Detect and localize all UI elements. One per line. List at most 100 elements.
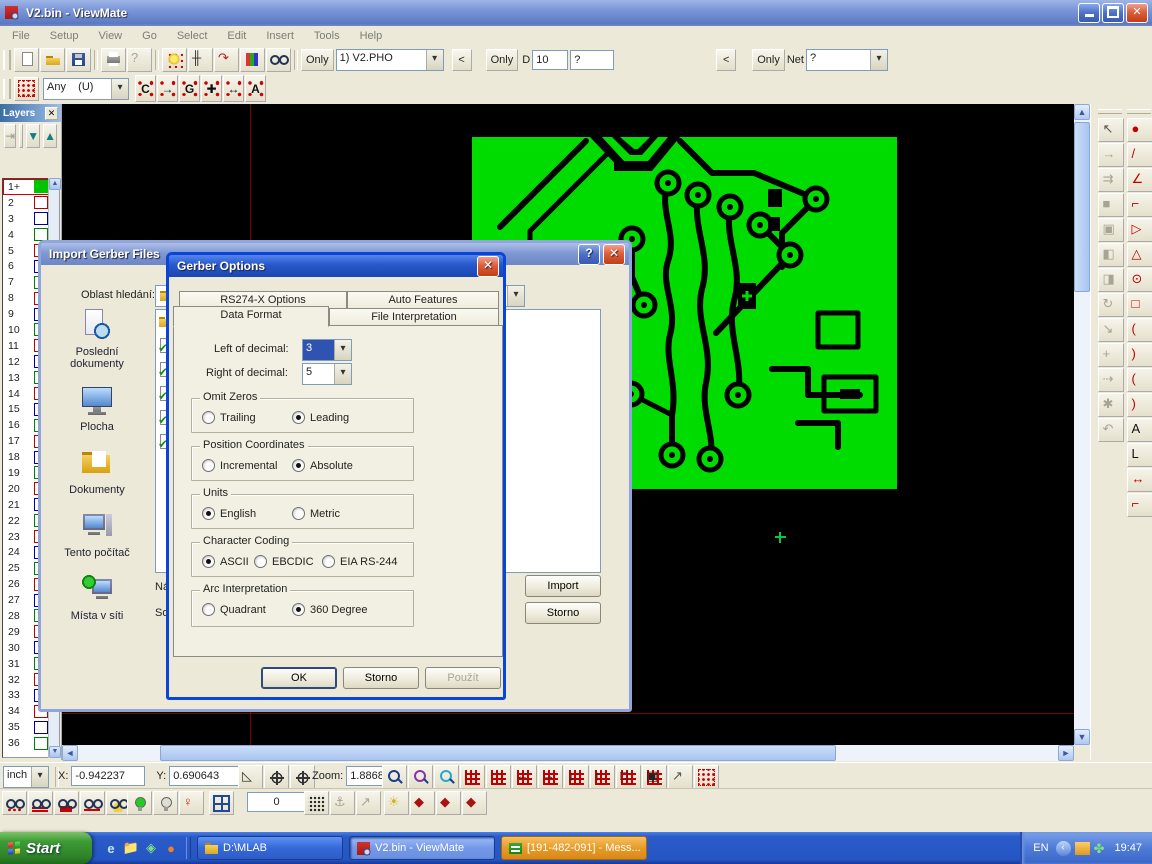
task-mlab-folder[interactable]: D:\MLAB (197, 836, 343, 860)
resize-tool-icon[interactable]: ↘ (1098, 318, 1124, 342)
radio-eia-rs244[interactable]: EIA RS-244 (322, 555, 397, 568)
mirror-x-tool-icon[interactable]: ◧ (1098, 243, 1124, 267)
chevron-down-icon[interactable] (334, 340, 351, 360)
layer-combo[interactable]: 1) V2.PHO (336, 49, 444, 71)
layers-view-outline-icon[interactable] (80, 791, 105, 815)
select-anything-icon[interactable] (14, 77, 39, 101)
draw-arc-ccw-tool-icon[interactable]: ) (1127, 343, 1152, 367)
help-book-icon[interactable]: ◈ (142, 839, 160, 857)
select-area-icon[interactable]: ↗ (668, 765, 693, 789)
outline-rect-tool-icon[interactable]: ▣ (1098, 218, 1124, 242)
step-swap-icon[interactable]: ▣ (642, 765, 667, 789)
tray-app-icon[interactable]: ✤ (1094, 842, 1105, 855)
move-layer-up-icon[interactable]: ▲ (43, 124, 57, 148)
settings-tool-icon[interactable]: ✱ (1098, 393, 1124, 417)
radio-ascii[interactable]: ASCII (202, 555, 249, 568)
start-button[interactable]: Start (0, 832, 92, 864)
place-desktop[interactable]: Plocha (51, 384, 143, 433)
layer-color-swatch[interactable] (34, 180, 48, 193)
radio-trailing[interactable]: Trailing (202, 411, 256, 424)
highlight-on-icon[interactable] (127, 791, 152, 815)
pad-mode-icon[interactable]: ◆ (410, 791, 435, 815)
select-net-icon[interactable]: ↔ (223, 75, 244, 102)
mirror-y-tool-icon[interactable]: ◨ (1098, 268, 1124, 292)
vector-snap-icon[interactable]: ↗ (356, 791, 381, 815)
move-layer-down-icon[interactable]: ▼ (26, 124, 40, 148)
draw-circle-tool-icon[interactable]: ⊙ (1127, 268, 1152, 292)
net-combo[interactable]: ? (806, 49, 888, 71)
place-network[interactable]: Místa v síti (51, 573, 143, 622)
chevron-down-icon[interactable] (31, 767, 48, 787)
left-decimal-combo[interactable]: 3 (302, 339, 352, 361)
snap-grid-icon[interactable] (304, 791, 329, 815)
pan-right-icon[interactable]: → (538, 765, 563, 789)
radio-metric[interactable]: Metric (292, 507, 340, 520)
draw-arc-cw-tool-icon[interactable]: ( (1127, 318, 1152, 342)
draw-pad-tool-icon[interactable]: ● (1127, 118, 1152, 142)
chevron-down-icon[interactable] (507, 286, 524, 306)
save-file-icon[interactable] (66, 48, 91, 72)
filled-rect-tool-icon[interactable]: ■ (1098, 193, 1124, 217)
close-button[interactable] (477, 256, 499, 277)
draw-triangle-tool-icon[interactable]: △ (1127, 243, 1152, 267)
only-layer-button[interactable]: Only (301, 49, 334, 71)
x-coordinate-field[interactable]: -0.942237 (71, 766, 145, 786)
y-coordinate-field[interactable]: 0.690643 (169, 766, 239, 786)
draw-line-tool-icon[interactable]: / (1127, 143, 1152, 167)
draw-curve-tool-icon[interactable]: ) (1127, 393, 1152, 417)
menu-edit[interactable]: Edit (225, 29, 248, 43)
layer-color-swatch[interactable] (34, 721, 48, 734)
gerber-dialog-title-bar[interactable]: Gerber Options (169, 255, 503, 277)
chevron-down-icon[interactable] (426, 50, 443, 70)
layers-view-solid-icon[interactable] (54, 791, 79, 815)
pan-down-icon[interactable]: ↓ (564, 765, 589, 789)
dcode-field[interactable]: 10 (532, 50, 568, 70)
zoom-window-icon[interactable] (408, 765, 433, 789)
layer-color-swatch[interactable] (34, 196, 48, 209)
chevron-down-icon[interactable] (334, 364, 351, 384)
ok-button[interactable]: OK (261, 667, 337, 689)
layer-color-swatch[interactable] (34, 737, 48, 750)
open-file-icon[interactable] (40, 48, 65, 72)
place-recent-documents[interactable]: Poslední dokumenty (51, 309, 143, 370)
radio-english[interactable]: English (202, 507, 256, 520)
context-help-icon[interactable]: ? (127, 48, 152, 72)
undo-shape-tool-icon[interactable]: ↶ (1098, 418, 1124, 442)
menu-view[interactable]: View (96, 29, 124, 43)
draw-outline-tool-icon[interactable]: ⌐ (1127, 493, 1152, 517)
horizontal-scrollbar[interactable]: ◄ ► (62, 745, 1074, 761)
prev-dcode-button[interactable]: < (716, 49, 736, 71)
dcode-query-field[interactable]: ? (570, 50, 614, 70)
move-tool-icon[interactable]: + (1098, 343, 1124, 367)
toolbar-grip[interactable] (3, 79, 11, 99)
menu-select[interactable]: Select (175, 29, 210, 43)
hide-icons-chevron[interactable]: ‹ (1056, 841, 1071, 856)
place-my-computer[interactable]: Tento počítač (51, 510, 143, 559)
minimize-button[interactable] (1078, 3, 1100, 23)
task-messenger[interactable]: [191-482-091] - Mess... (501, 836, 647, 860)
nudge-tool-icon[interactable]: ⇢ (1098, 368, 1124, 392)
select-gerber-icon[interactable]: G (179, 75, 200, 102)
close-button[interactable] (603, 244, 625, 265)
only-net-button[interactable]: Only (752, 49, 785, 71)
import-storno-button[interactable]: Storno (525, 602, 601, 624)
chevron-down-icon[interactable] (870, 50, 887, 70)
select-track-icon[interactable]: → (157, 75, 178, 102)
pan-up-icon[interactable]: ↑ (590, 765, 615, 789)
place-documents[interactable]: Dokumenty (51, 447, 143, 496)
storno-button[interactable]: Storno (343, 667, 419, 689)
select-points-icon[interactable] (694, 765, 719, 789)
pan-left-icon[interactable]: ← (512, 765, 537, 789)
angle-icon[interactable]: ◺ (238, 765, 263, 789)
layers-view-dots-icon[interactable] (2, 791, 27, 815)
send-to-layer-icon[interactable]: ⇥ (4, 124, 16, 148)
layers-view-lines-icon[interactable] (28, 791, 53, 815)
radio-ebcdic[interactable]: EBCDIC (254, 555, 314, 568)
pad-rotate-icon[interactable]: ◆ (436, 791, 461, 815)
select-component-icon[interactable]: C (135, 75, 156, 102)
select-text-icon[interactable]: A (245, 75, 266, 102)
draw-polyline-tool-icon[interactable]: ∠ (1127, 168, 1152, 192)
radio-incremental[interactable]: Incremental (202, 459, 277, 472)
flash-mode-icon[interactable]: ☀ (384, 791, 409, 815)
menu-insert[interactable]: Insert (264, 29, 296, 43)
